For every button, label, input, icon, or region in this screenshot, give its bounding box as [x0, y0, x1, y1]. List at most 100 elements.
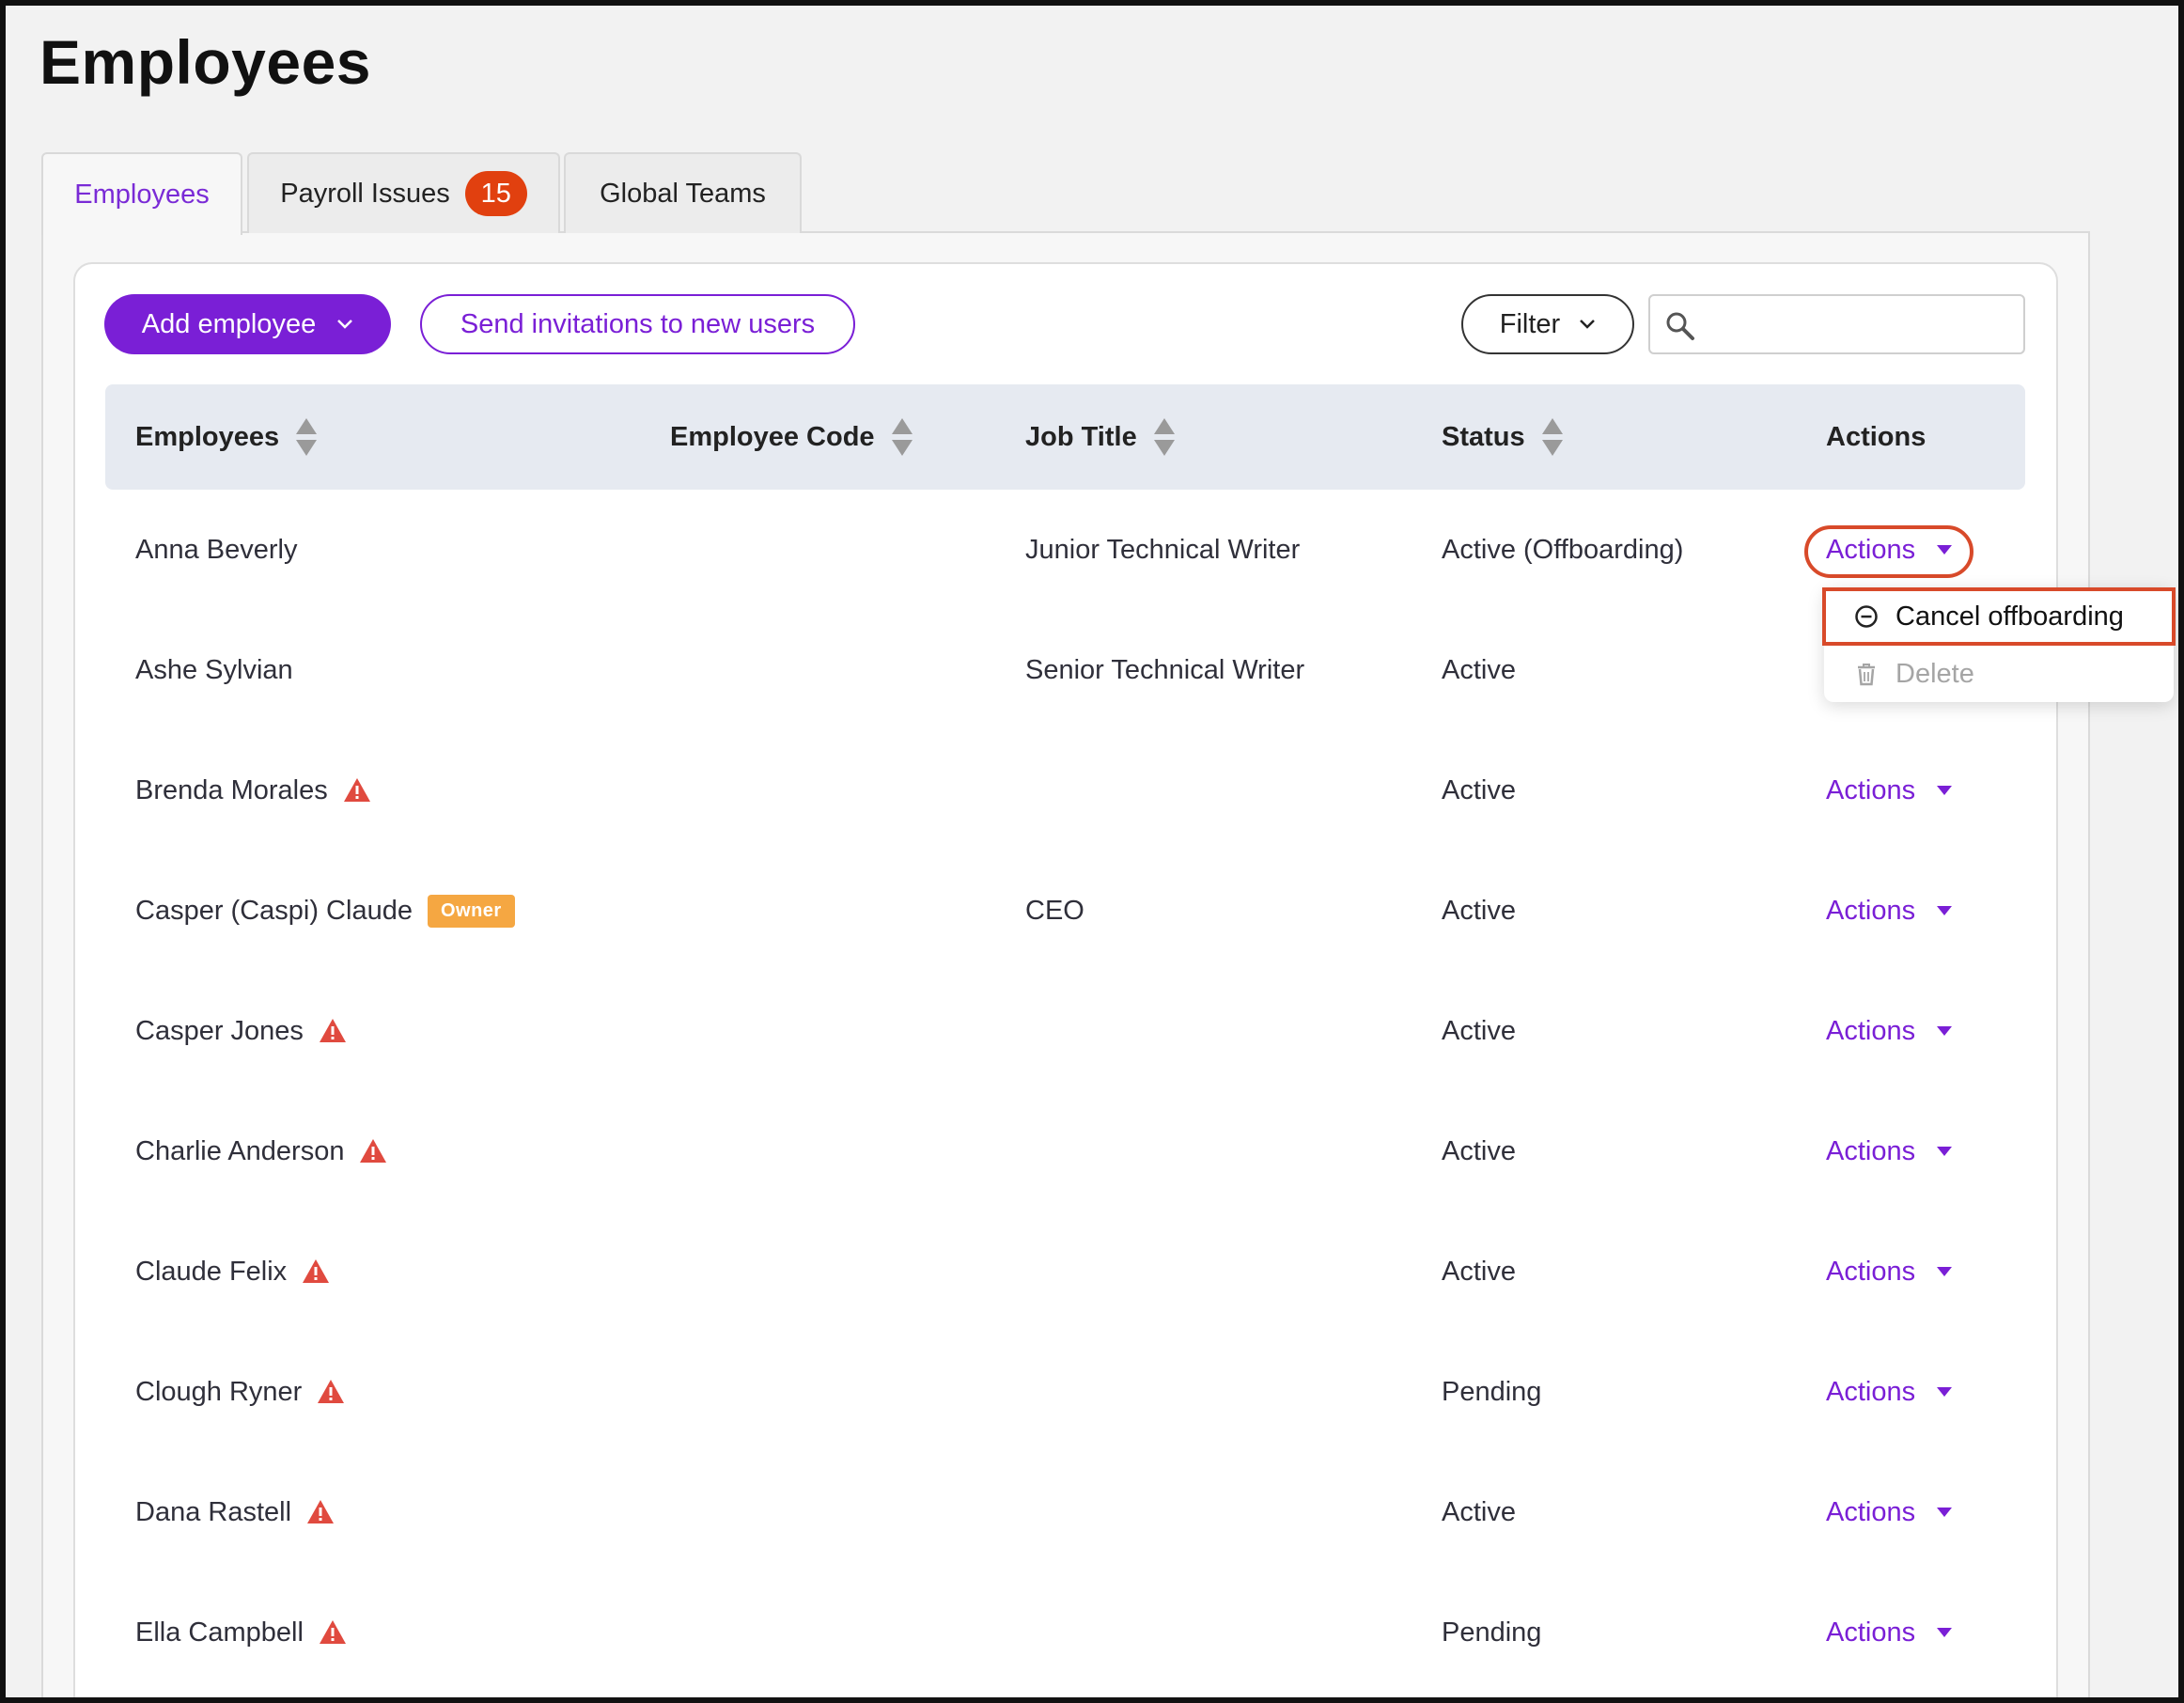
- warning-icon[interactable]: [359, 1138, 387, 1164]
- caret-down-icon: [1937, 1026, 1953, 1036]
- warning-icon[interactable]: [302, 1258, 330, 1285]
- table-row: Ashe Sylvian Senior Technical Writer Act…: [105, 610, 2025, 730]
- warning-icon[interactable]: [343, 777, 371, 804]
- employee-name[interactable]: Charlie Anderson: [135, 1136, 344, 1167]
- employee-name-cell: Claude Felix: [135, 1211, 330, 1332]
- chevron-down-icon: [1580, 320, 1596, 329]
- table-header: Employees Employee Code Job Title Status…: [105, 384, 2025, 490]
- warning-icon[interactable]: [319, 1619, 347, 1646]
- actions-dropdown-button[interactable]: Actions: [1826, 775, 1953, 806]
- actions-cell: Actions: [1826, 1211, 1953, 1332]
- actions-cell: Actions: [1826, 851, 1953, 971]
- delete-menu-item[interactable]: Delete: [1824, 646, 2174, 702]
- add-employee-button[interactable]: Add employee: [104, 294, 391, 354]
- actions-dropdown-button[interactable]: Actions: [1826, 535, 1953, 566]
- actions-label: Actions: [1826, 774, 1916, 805]
- chevron-down-icon: [337, 320, 353, 329]
- sort-icon[interactable]: [890, 416, 914, 458]
- sort-icon[interactable]: [1152, 416, 1177, 458]
- app-frame: Employees Employees Payroll Issues 15 Gl…: [0, 0, 2184, 1703]
- actions-cell: Actions: [1826, 1091, 1953, 1211]
- menu-item-label: Cancel offboarding: [1895, 601, 2124, 632]
- actions-label: Actions: [1826, 1617, 1916, 1648]
- actions-dropdown-button[interactable]: Actions: [1826, 1257, 1953, 1288]
- warning-icon[interactable]: [317, 1379, 345, 1405]
- table-row: Casper Jones Active Actions: [105, 971, 2025, 1091]
- status-cell: Pending: [1442, 1376, 1542, 1407]
- employee-name[interactable]: Casper (Caspi) Claude: [135, 896, 413, 927]
- employee-name-cell: Casper Jones: [135, 971, 347, 1091]
- actions-dropdown-button[interactable]: Actions: [1826, 896, 1953, 927]
- owner-badge: Owner: [427, 894, 515, 928]
- table-row: Casper (Caspi) Claude Owner CEO Active A…: [105, 851, 2025, 971]
- tab-global-teams[interactable]: Global Teams: [564, 152, 802, 233]
- employee-name[interactable]: Clough Ryner: [135, 1377, 302, 1408]
- actions-dropdown-button[interactable]: Actions: [1826, 1136, 1953, 1167]
- status-cell: Active: [1442, 1015, 1516, 1046]
- sort-icon[interactable]: [1540, 416, 1565, 458]
- actions-label: Actions: [1826, 1256, 1916, 1287]
- status-cell: Active (Offboarding): [1442, 534, 1684, 565]
- tab-label: Global Teams: [600, 178, 766, 209]
- employee-name-cell: Brenda Morales: [135, 730, 371, 851]
- employee-name-cell: Ashe Sylvian: [135, 610, 293, 730]
- column-header-actions: Actions: [1826, 384, 1926, 490]
- actions-dropdown-button[interactable]: Actions: [1826, 1617, 1953, 1648]
- column-header-label: Actions: [1826, 421, 1927, 452]
- column-header-employee-code[interactable]: Employee Code: [670, 384, 914, 490]
- status-cell: Active: [1442, 1135, 1516, 1166]
- filter-label: Filter: [1499, 308, 1561, 339]
- status-cell: Active: [1442, 895, 1516, 926]
- employee-name-cell: Ella Campbell: [135, 1572, 347, 1693]
- tab-label: Employees: [74, 179, 210, 210]
- employee-name[interactable]: Claude Felix: [135, 1257, 287, 1288]
- payroll-issues-count-badge: 15: [464, 171, 527, 216]
- sort-icon[interactable]: [294, 416, 319, 458]
- table-row: Ella Campbell Pending Actions: [105, 1572, 2025, 1693]
- actions-cell: Actions: [1826, 971, 1953, 1091]
- status-cell: Active: [1442, 1496, 1516, 1527]
- column-header-label: Employee Code: [670, 421, 875, 452]
- employee-name[interactable]: Ella Campbell: [135, 1617, 304, 1648]
- actions-label: Actions: [1826, 1015, 1916, 1046]
- tab-employees[interactable]: Employees: [41, 152, 242, 235]
- employee-name-cell: Casper (Caspi) Claude Owner: [135, 851, 515, 971]
- caret-down-icon: [1937, 1147, 1953, 1156]
- search-icon: [1666, 312, 1694, 340]
- tab-payroll-issues[interactable]: Payroll Issues 15: [247, 152, 560, 233]
- caret-down-icon: [1937, 1508, 1953, 1517]
- employee-name[interactable]: Brenda Morales: [135, 775, 328, 806]
- warning-icon[interactable]: [306, 1499, 335, 1525]
- actions-dropdown-button[interactable]: Actions: [1826, 1377, 1953, 1408]
- trash-icon: [1858, 664, 1875, 686]
- status-cell: Active: [1442, 774, 1516, 805]
- table-row: Anna Beverly Junior Technical Writer Act…: [105, 490, 2025, 610]
- send-invitations-button[interactable]: Send invitations to new users: [420, 294, 855, 354]
- actions-dropdown-button[interactable]: Actions: [1826, 1016, 1953, 1047]
- caret-down-icon: [1937, 1387, 1953, 1397]
- column-header-label: Status: [1442, 421, 1525, 452]
- actions-cell: Actions: [1826, 1332, 1953, 1452]
- column-header-employees[interactable]: Employees: [135, 384, 319, 490]
- search-box[interactable]: [1648, 294, 2025, 354]
- tab-label: Payroll Issues: [280, 178, 450, 209]
- job-title-cell: Senior Technical Writer: [1025, 654, 1305, 685]
- search-input[interactable]: [1707, 304, 2017, 345]
- warning-icon[interactable]: [319, 1018, 347, 1044]
- caret-down-icon: [1937, 786, 1953, 795]
- page-title: Employees: [39, 27, 371, 97]
- employee-name[interactable]: Dana Rastell: [135, 1497, 291, 1528]
- column-header-job-title[interactable]: Job Title: [1025, 384, 1177, 490]
- employee-name[interactable]: Anna Beverly: [135, 535, 298, 566]
- cancel-offboarding-menu-item[interactable]: Cancel offboarding: [1822, 587, 2176, 646]
- employee-name[interactable]: Ashe Sylvian: [135, 655, 293, 686]
- column-header-label: Job Title: [1025, 421, 1137, 452]
- send-invitations-label: Send invitations to new users: [460, 308, 816, 339]
- actions-dropdown-button[interactable]: Actions: [1826, 1497, 1953, 1528]
- employee-name-cell: Dana Rastell: [135, 1452, 335, 1572]
- actions-cell: Actions: [1826, 730, 1953, 851]
- column-header-status[interactable]: Status: [1442, 384, 1565, 490]
- filter-button[interactable]: Filter: [1461, 294, 1634, 354]
- employee-name[interactable]: Casper Jones: [135, 1016, 304, 1047]
- table-row: Charlie Anderson Active Actions: [105, 1091, 2025, 1211]
